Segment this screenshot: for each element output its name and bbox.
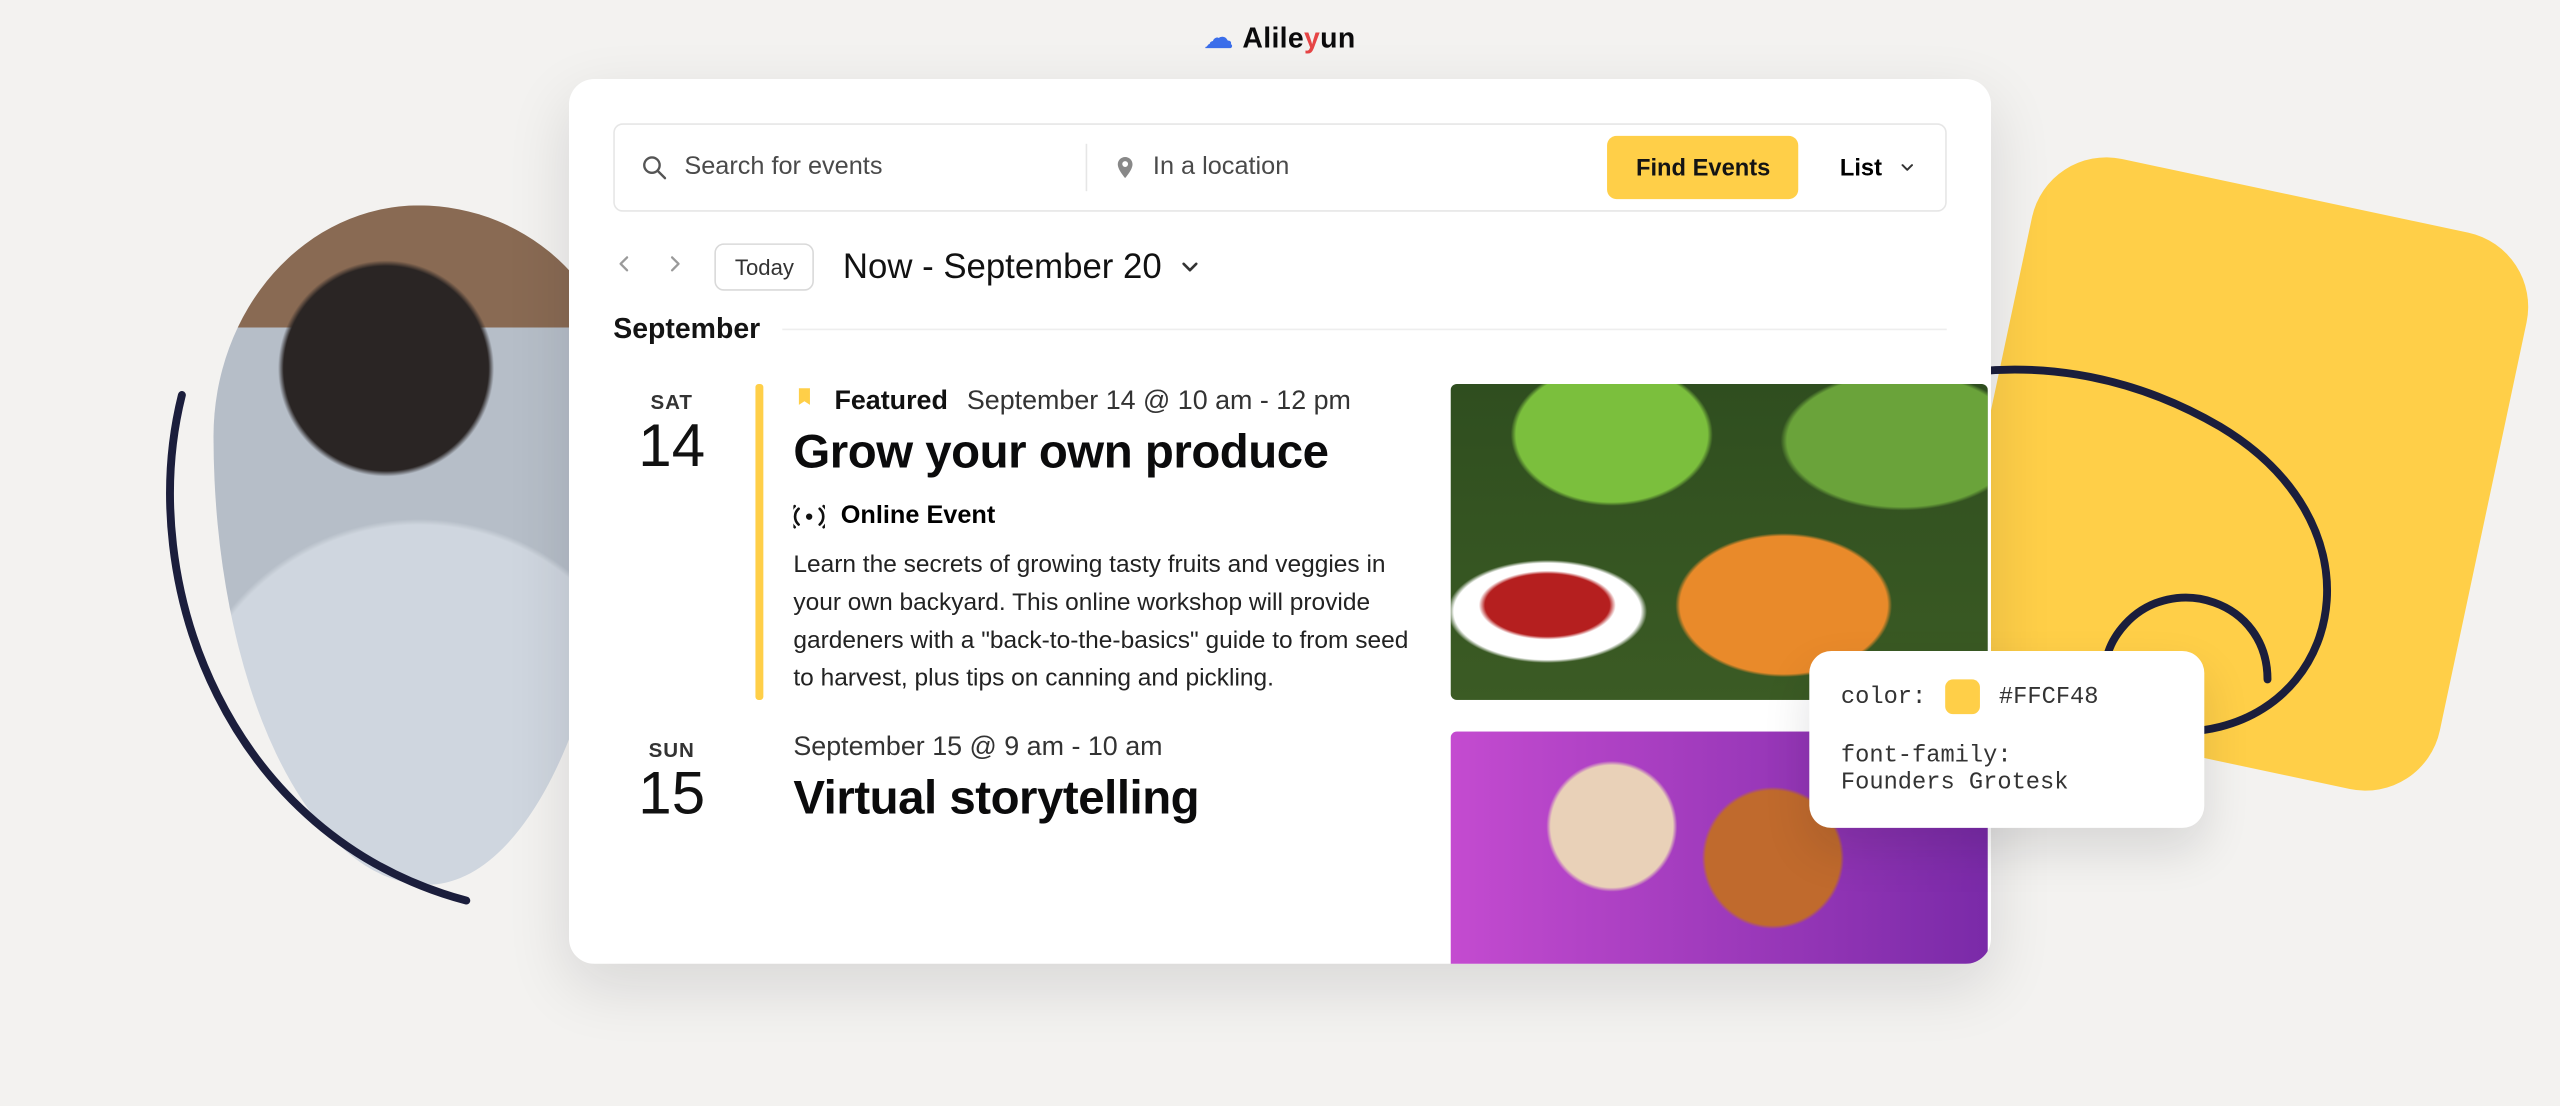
search-location-segment[interactable] bbox=[1087, 125, 1595, 210]
event-dom: 15 bbox=[613, 765, 730, 825]
location-input[interactable] bbox=[1153, 153, 1570, 181]
event-body: Featured September 14 @ 10 am - 12 pm Gr… bbox=[793, 384, 1425, 700]
search-icon bbox=[640, 153, 668, 181]
chevron-down-icon bbox=[1898, 158, 1917, 177]
event-dow: SUN bbox=[613, 738, 730, 762]
search-events-segment[interactable] bbox=[615, 125, 1085, 210]
event-item[interactable]: SAT 14 Featured September 14 @ 10 am - 1… bbox=[613, 362, 1947, 722]
brand-logo: ☁ Alileyun bbox=[1204, 22, 1355, 55]
css-color-key: color: bbox=[1841, 683, 1926, 710]
date-range-picker[interactable]: Now - September 20 bbox=[843, 246, 1203, 287]
brand-name: Alileyun bbox=[1242, 22, 1355, 55]
event-when: September 15 @ 9 am - 10 am bbox=[793, 732, 1162, 764]
events-app-card: Find Events List Today Now - September 2… bbox=[569, 79, 1991, 964]
find-events-button[interactable]: Find Events bbox=[1608, 136, 1799, 199]
event-date: SUN 15 bbox=[613, 732, 730, 964]
event-item[interactable]: SUN 15 September 15 @ 9 am - 10 am Virtu… bbox=[613, 722, 1947, 964]
location-pin-icon bbox=[1112, 153, 1137, 181]
view-selector[interactable]: List bbox=[1811, 154, 1945, 181]
event-body: September 15 @ 9 am - 10 am Virtual stor… bbox=[793, 732, 1425, 964]
event-dow: SAT bbox=[613, 390, 730, 414]
cloud-icon: ☁ bbox=[1204, 22, 1232, 55]
month-heading-text: September bbox=[613, 313, 760, 346]
style-snippet-card: color: #FFCF48 font-family: Founders Gro… bbox=[1809, 651, 2204, 828]
css-font-value: Founders Grotesk bbox=[1841, 769, 2173, 796]
date-toolbar: Today Now - September 20 bbox=[569, 212, 1991, 300]
online-event-label: Online Event bbox=[841, 502, 996, 530]
event-title: Virtual storytelling bbox=[793, 773, 1425, 827]
bookmark-icon bbox=[793, 384, 815, 417]
month-heading: September bbox=[569, 300, 1991, 346]
divider bbox=[782, 329, 1946, 331]
css-font-key: font-family: bbox=[1841, 743, 2173, 770]
spacer bbox=[755, 732, 763, 964]
date-range-label: Now - September 20 bbox=[843, 246, 1162, 287]
broadcast-icon bbox=[793, 504, 825, 529]
featured-accent-bar bbox=[755, 384, 763, 700]
decorative-person-photo bbox=[213, 205, 624, 884]
search-input[interactable] bbox=[684, 153, 1059, 181]
color-swatch bbox=[1945, 679, 1980, 714]
prev-button[interactable] bbox=[613, 252, 635, 282]
featured-label: Featured bbox=[834, 385, 947, 417]
event-when: September 14 @ 10 am - 12 pm bbox=[967, 385, 1351, 417]
css-color-value: #FFCF48 bbox=[1999, 683, 2099, 710]
today-button[interactable]: Today bbox=[714, 243, 814, 290]
chevron-down-icon bbox=[1177, 254, 1202, 279]
event-description: Learn the secrets of growing tasty fruit… bbox=[793, 547, 1425, 699]
event-date: SAT 14 bbox=[613, 384, 730, 700]
next-button[interactable] bbox=[664, 252, 686, 282]
view-selector-label: List bbox=[1840, 154, 1882, 181]
search-bar: Find Events List bbox=[613, 123, 1947, 211]
event-dom: 14 bbox=[613, 417, 730, 477]
events-list: SAT 14 Featured September 14 @ 10 am - 1… bbox=[569, 346, 1991, 964]
event-title: Grow your own produce bbox=[793, 427, 1425, 481]
